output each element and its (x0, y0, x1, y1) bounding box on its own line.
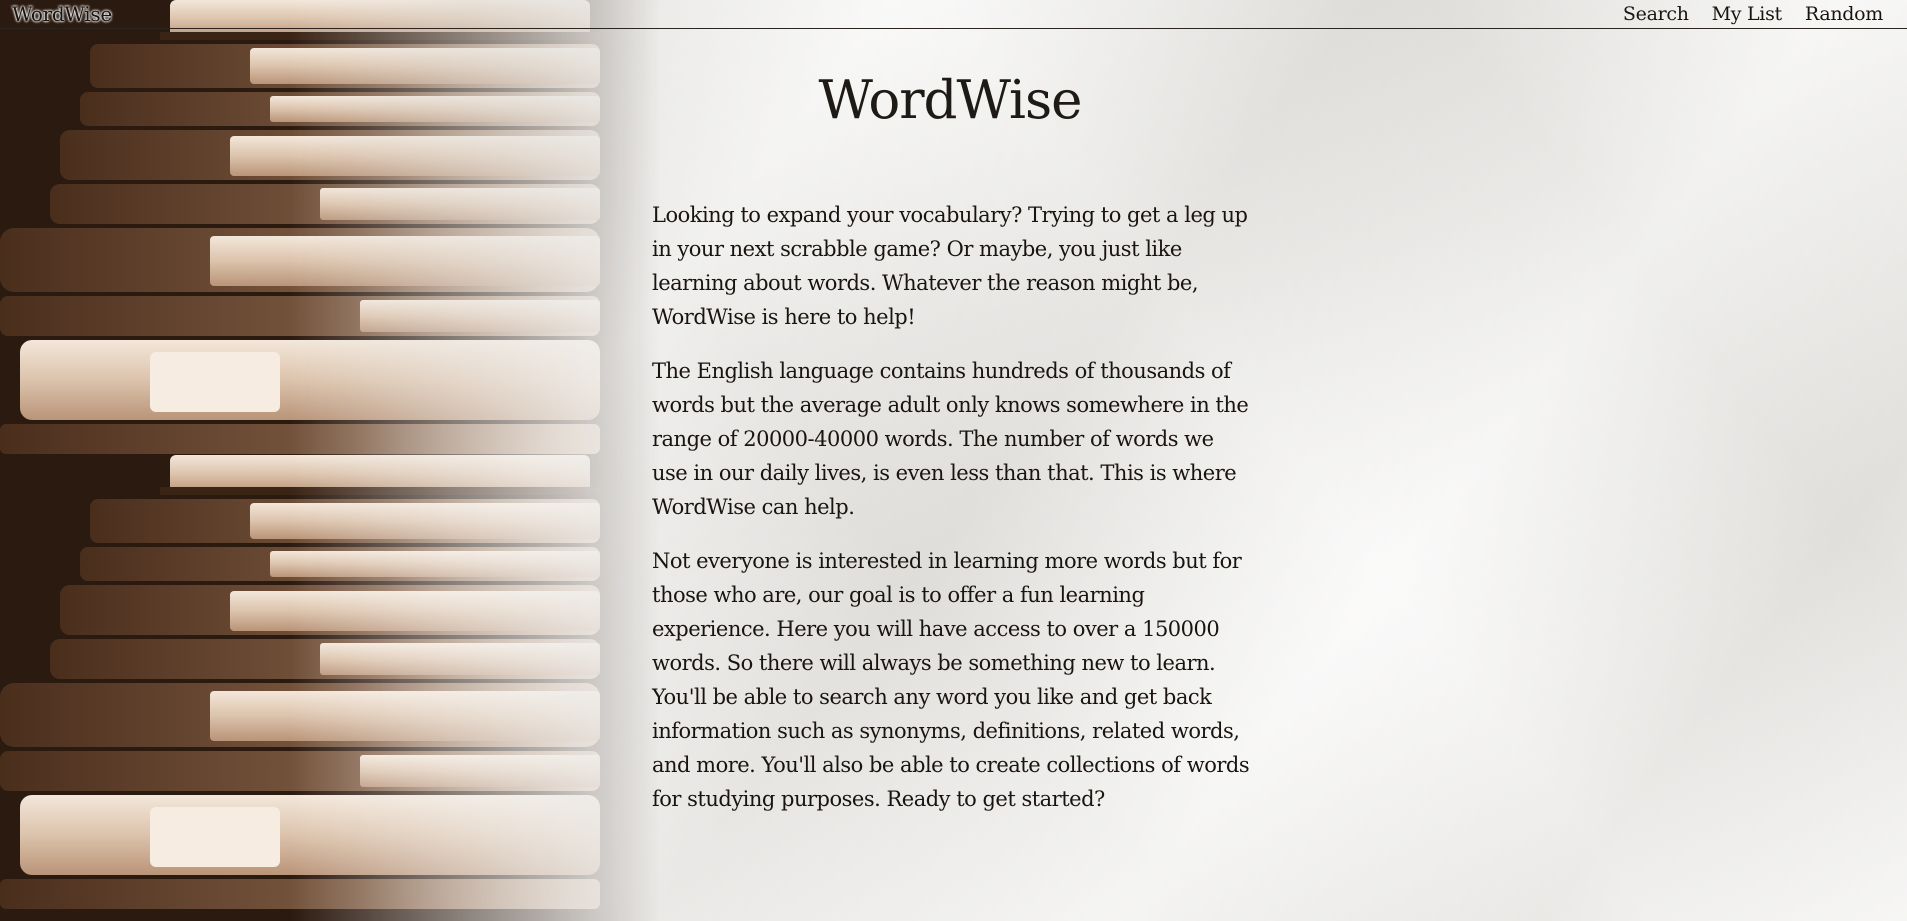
nav-link-random[interactable]: Random (1805, 3, 1883, 25)
nav-link-my-list[interactable]: My List (1712, 3, 1783, 25)
brand-logo-link[interactable]: WordWise (12, 2, 112, 26)
nav-links: Search My List Random (1623, 3, 1883, 25)
page-title: WordWise (818, 70, 1082, 131)
stacked-books-image (0, 0, 660, 921)
nav-link-search[interactable]: Search (1623, 3, 1689, 25)
intro-text: Looking to expand your vocabulary? Tryin… (652, 198, 1250, 836)
intro-paragraph-3: Not everyone is interested in learning m… (652, 549, 1250, 811)
intro-paragraph-1: Looking to expand your vocabulary? Tryin… (652, 203, 1248, 329)
intro-paragraph-2: The English language contains hundreds o… (652, 359, 1249, 519)
top-navigation-bar: WordWise Search My List Random (0, 0, 1907, 29)
